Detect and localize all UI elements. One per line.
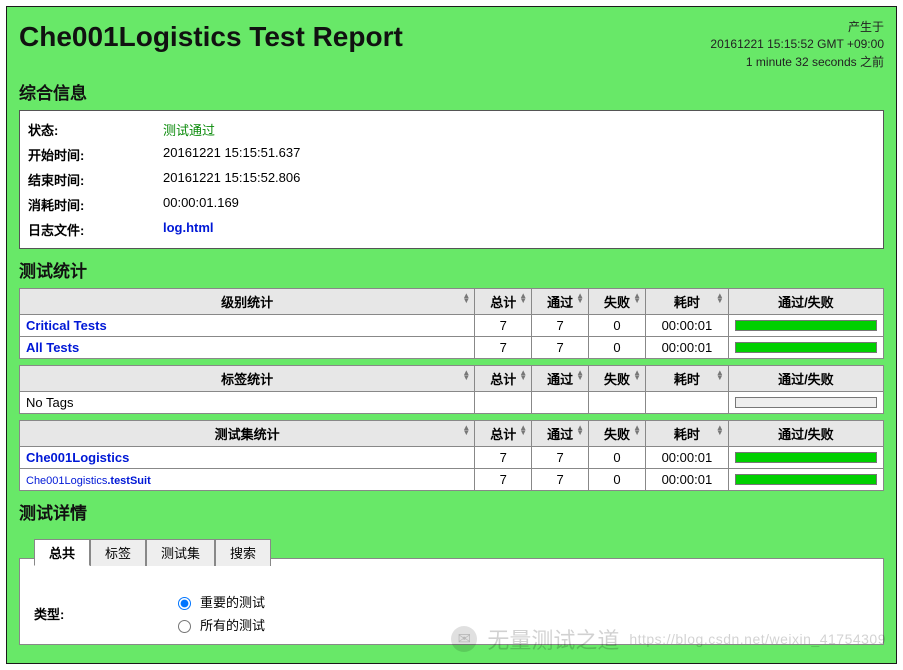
tab-search[interactable]: 搜索: [215, 539, 271, 566]
level-link-all[interactable]: All Tests: [26, 340, 79, 355]
pass-fail-bar: [735, 474, 877, 485]
summary-elapsed-label: 消耗时间:: [28, 195, 163, 214]
cell-elapsed: 00:00:01: [646, 337, 729, 359]
details-tabs: 总共 标签 测试集 搜索: [34, 558, 897, 585]
col-fail[interactable]: 失败▲▼: [589, 289, 646, 315]
cell-elapsed: 00:00:01: [646, 315, 729, 337]
report-container: Che001Logistics Test Report 产生于 20161221…: [6, 6, 897, 664]
radio-all[interactable]: [178, 620, 191, 633]
radio-critical-label[interactable]: 重要的测试: [173, 592, 265, 611]
radio-critical[interactable]: [178, 597, 191, 610]
details-tabpane: 类型: 重要的测试 所有的测试: [20, 586, 883, 636]
suite-link-sub[interactable]: Che001Logistics.testSuit: [26, 475, 151, 487]
summary-end-value: 20161221 15:15:52.806: [163, 170, 300, 189]
cell-fail: 0: [589, 337, 646, 359]
table-row: No Tags: [20, 392, 884, 414]
stats-tag-table: 标签统计▲▼ 总计▲▼ 通过▲▼ 失败▲▼ 耗时▲▼ 通过/失败 No Tags: [19, 365, 884, 414]
generated-info: 产生于 20161221 15:15:52 GMT +09:00 1 minut…: [710, 17, 884, 71]
summary-start-label: 开始时间:: [28, 145, 163, 164]
section-details-title: 测试详情: [19, 499, 884, 524]
summary-elapsed-value: 00:00:01.169: [163, 195, 239, 214]
details-type-label: 类型:: [34, 604, 169, 623]
cell-fail: 0: [589, 315, 646, 337]
col-suite-name[interactable]: 测试集统计▲▼: [20, 421, 475, 447]
pass-fail-bar: [735, 397, 877, 408]
stats-level-table: 级别统计▲▼ 总计▲▼ 通过▲▼ 失败▲▼ 耗时▲▼ 通过/失败 Critica…: [19, 288, 884, 359]
col-pass[interactable]: 通过▲▼: [532, 289, 589, 315]
cell-pass: 7: [532, 315, 589, 337]
col-elapsed[interactable]: 耗时▲▼: [646, 289, 729, 315]
summary-status-label: 状态:: [28, 120, 163, 139]
details-panel: 总共 标签 测试集 搜索 类型: 重要的测试 所有的测试: [19, 558, 884, 645]
col-tag-name[interactable]: 标签统计▲▼: [20, 366, 475, 392]
table-row: Che001Logistics 7 7 0 00:00:01: [20, 447, 884, 469]
cell-pass: 7: [532, 337, 589, 359]
tab-tag[interactable]: 标签: [90, 539, 146, 566]
section-stats-title: 测试统计: [19, 257, 884, 282]
table-row: Critical Tests 7 7 0 00:00:01: [20, 315, 884, 337]
col-level-name[interactable]: 级别统计▲▼: [20, 289, 475, 315]
pass-fail-bar: [735, 452, 877, 463]
table-row: All Tests 7 7 0 00:00:01: [20, 337, 884, 359]
col-graph: 通过/失败: [728, 289, 883, 315]
pass-fail-bar: [735, 320, 877, 331]
tab-suite[interactable]: 测试集: [146, 539, 215, 566]
summary-log-label: 日志文件:: [28, 220, 163, 239]
sort-icon: ▲▼: [462, 293, 470, 303]
tab-all[interactable]: 总共: [34, 539, 90, 566]
stats-suite-table: 测试集统计▲▼ 总计▲▼ 通过▲▼ 失败▲▼ 耗时▲▼ 通过/失败 Che001…: [19, 420, 884, 491]
suite-link[interactable]: Che001Logistics: [26, 450, 129, 465]
no-tags-cell: No Tags: [20, 392, 475, 414]
col-total[interactable]: 总计▲▼: [475, 289, 532, 315]
summary-log-link[interactable]: log.html: [163, 220, 214, 235]
summary-start-value: 20161221 15:15:51.637: [163, 145, 300, 164]
level-link-critical[interactable]: Critical Tests: [26, 318, 107, 333]
page-title: Che001Logistics Test Report: [19, 21, 403, 53]
table-row: Che001Logistics.testSuit 7 7 0 00:00:01: [20, 469, 884, 491]
section-summary-title: 综合信息: [19, 79, 884, 104]
radio-all-label[interactable]: 所有的测试: [173, 615, 265, 634]
pass-fail-bar: [735, 342, 877, 353]
report-header: Che001Logistics Test Report 产生于 20161221…: [19, 17, 884, 71]
summary-status-value: 测试通过: [163, 120, 215, 139]
summary-box: 状态: 测试通过 开始时间: 20161221 15:15:51.637 结束时…: [19, 110, 884, 249]
cell-total: 7: [475, 337, 532, 359]
summary-end-label: 结束时间:: [28, 170, 163, 189]
generated-label: 产生于: [710, 19, 884, 36]
generated-time: 20161221 15:15:52 GMT +09:00: [710, 36, 884, 53]
cell-total: 7: [475, 315, 532, 337]
generated-ago: 1 minute 32 seconds 之前: [710, 54, 884, 71]
